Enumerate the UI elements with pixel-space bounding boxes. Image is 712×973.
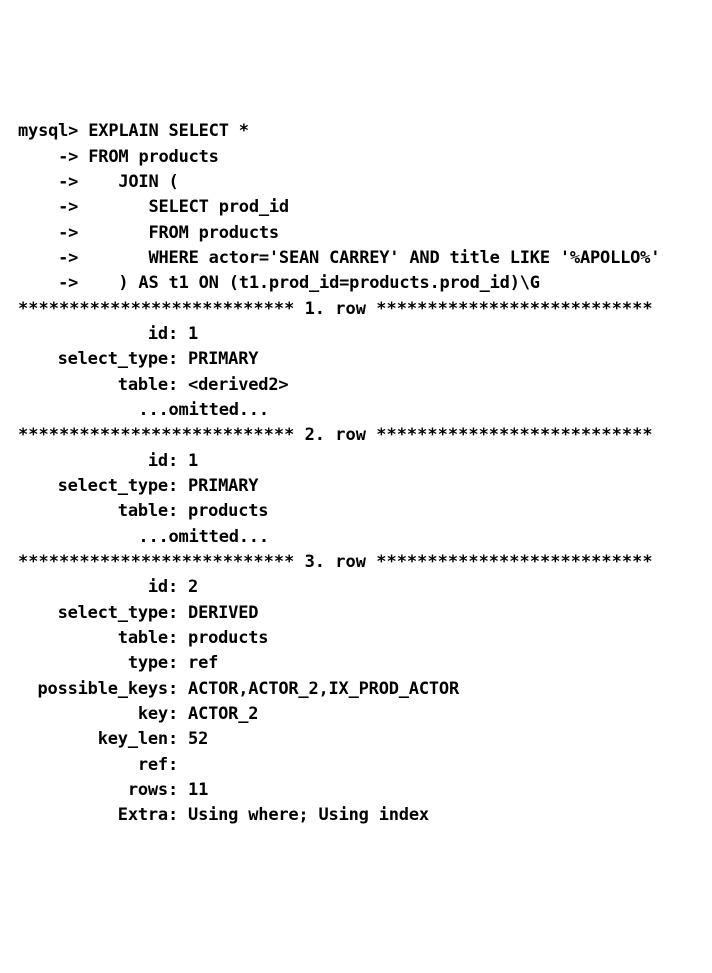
- result-field-3-1: id: 2: [18, 575, 694, 600]
- field-value: 2: [178, 575, 198, 600]
- field-label: possible_keys:: [18, 677, 178, 702]
- field-value: ACTOR,ACTOR_2,IX_PROD_ACTOR: [178, 677, 459, 702]
- field-value: products: [178, 626, 268, 651]
- query-line-6: -> WHERE actor='SEAN CARREY' AND title L…: [18, 246, 694, 271]
- field-label: key_len:: [18, 727, 178, 752]
- field-value: DERIVED: [178, 601, 258, 626]
- field-label: key:: [18, 702, 178, 727]
- row-separator: *************************** 3. row *****…: [18, 552, 653, 572]
- field-label: select_type:: [18, 474, 178, 499]
- keyword: JOIN (: [118, 172, 178, 192]
- result-field-3-10: Extra: Using where; Using index: [18, 803, 694, 828]
- query-line-1: mysql> EXPLAIN SELECT *: [18, 119, 694, 144]
- keyword: ) AS t1 ON (t1.prod_id=products.prod_id)…: [118, 273, 539, 293]
- field-value: ref: [178, 651, 218, 676]
- cont-prompt: ->: [18, 248, 78, 268]
- field-value: PRIMARY: [178, 347, 258, 372]
- field-value: 1: [178, 449, 198, 474]
- omitted-text: ...omitted...: [18, 400, 269, 420]
- query-line-3: -> JOIN (: [18, 170, 694, 195]
- field-label: id:: [18, 449, 178, 474]
- keyword: SELECT prod_id: [148, 197, 289, 217]
- cont-prompt: ->: [18, 172, 78, 192]
- result-field-3-9: rows: 11: [18, 778, 694, 803]
- field-value: PRIMARY: [178, 474, 258, 499]
- omitted-line-2: ...omitted...: [18, 525, 694, 550]
- pre: [78, 147, 88, 167]
- field-label: select_type:: [18, 347, 178, 372]
- field-label: id:: [18, 575, 178, 600]
- rest: *: [229, 121, 249, 141]
- pre: [78, 248, 148, 268]
- query-line-4: -> SELECT prod_id: [18, 195, 694, 220]
- cont-prompt: ->: [18, 273, 78, 293]
- field-label: table:: [18, 626, 178, 651]
- omitted-text: ...omitted...: [18, 527, 269, 547]
- result-field-3-2: select_type: DERIVED: [18, 601, 694, 626]
- pre: [78, 197, 148, 217]
- field-label: ref:: [18, 753, 178, 778]
- pre: [78, 223, 148, 243]
- result-field-3-4: type: ref: [18, 651, 694, 676]
- query-line-7: -> ) AS t1 ON (t1.prod_id=products.prod_…: [18, 271, 694, 296]
- result-field-3-5: possible_keys: ACTOR,ACTOR_2,IX_PROD_ACT…: [18, 677, 694, 702]
- keyword: WHERE actor='SEAN CARREY' AND title LIKE…: [148, 248, 660, 268]
- field-label: select_type:: [18, 601, 178, 626]
- keyword: FROM products: [148, 223, 278, 243]
- row-separator: *************************** 2. row *****…: [18, 425, 653, 445]
- query-line-2: -> FROM products: [18, 145, 694, 170]
- field-label: id:: [18, 322, 178, 347]
- field-value: products: [178, 499, 268, 524]
- result-field-1-3: table: <derived2>: [18, 373, 694, 398]
- pre: [78, 273, 118, 293]
- field-value: <derived2>: [178, 373, 288, 398]
- mysql-explain-output: mysql> EXPLAIN SELECT * -> FROM products…: [18, 119, 694, 828]
- cont-prompt: ->: [18, 223, 78, 243]
- field-value-bold: Using index: [308, 803, 428, 828]
- result-field-3-3: table: products: [18, 626, 694, 651]
- result-field-3-6: key: ACTOR_2: [18, 702, 694, 727]
- field-label: table:: [18, 499, 178, 524]
- result-field-2-2: select_type: PRIMARY: [18, 474, 694, 499]
- field-value: 1: [178, 322, 198, 347]
- pre: [78, 121, 88, 141]
- row-sep-line-3: *************************** 3. row *****…: [18, 550, 694, 575]
- query-line-5: -> FROM products: [18, 221, 694, 246]
- field-label: table:: [18, 373, 178, 398]
- field-label: rows:: [18, 778, 178, 803]
- field-value: Using where;: [178, 803, 308, 828]
- result-field-2-1: id: 1: [18, 449, 694, 474]
- field-label: type:: [18, 651, 178, 676]
- keyword: EXPLAIN SELECT: [88, 121, 229, 141]
- result-field-3-8: ref:: [18, 753, 694, 778]
- result-field-1-1: id: 1: [18, 322, 694, 347]
- field-label: Extra:: [18, 803, 178, 828]
- cont-prompt: ->: [18, 147, 78, 167]
- row-sep-line-1: *************************** 1. row *****…: [18, 297, 694, 322]
- result-field-3-7: key_len: 52: [18, 727, 694, 752]
- keyword: FROM products: [88, 147, 218, 167]
- row-separator: *************************** 1. row *****…: [18, 299, 653, 319]
- result-field-1-2: select_type: PRIMARY: [18, 347, 694, 372]
- field-value: 52: [178, 727, 208, 752]
- pre: [78, 172, 118, 192]
- cont-prompt: ->: [18, 197, 78, 217]
- result-field-2-3: table: products: [18, 499, 694, 524]
- row-sep-line-2: *************************** 2. row *****…: [18, 423, 694, 448]
- field-value: 11: [178, 778, 208, 803]
- prompt: mysql>: [18, 121, 78, 141]
- omitted-line-1: ...omitted...: [18, 398, 694, 423]
- field-value: ACTOR_2: [178, 702, 258, 727]
